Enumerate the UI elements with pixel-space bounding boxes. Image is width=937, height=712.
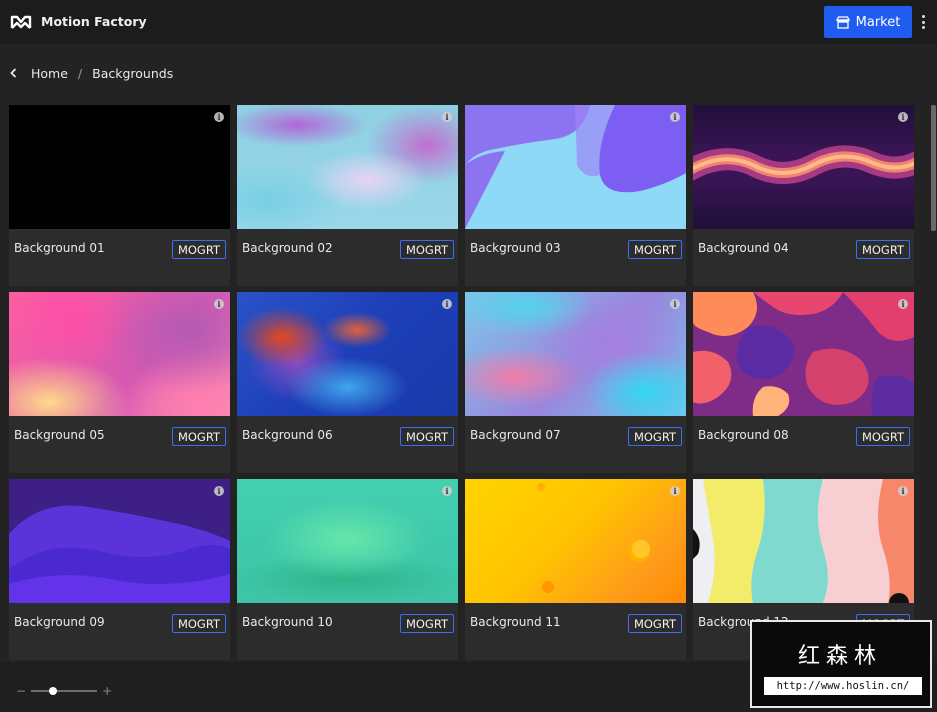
info-icon[interactable]: i — [442, 486, 452, 496]
card-title: Background 11 — [470, 615, 561, 629]
background-card[interactable]: i Background 03 MOGRT — [465, 105, 686, 286]
background-card[interactable]: i Background 04 MOGRT — [693, 105, 914, 286]
card-title: Background 02 — [242, 241, 333, 255]
background-thumbnail — [693, 105, 914, 229]
info-icon[interactable]: i — [670, 299, 680, 309]
watermark-title: 红森林 — [798, 644, 883, 669]
background-card[interactable]: i Background 08 MOGRT — [693, 292, 914, 473]
info-icon[interactable]: i — [898, 112, 908, 122]
mogrt-badge: MOGRT — [172, 240, 226, 259]
backgrounds-grid: i Background 01 MOGRT i Background 02 MO… — [9, 105, 914, 661]
background-thumbnail — [693, 292, 914, 416]
mogrt-badge: MOGRT — [628, 614, 682, 633]
background-thumbnail — [465, 292, 686, 416]
card-title: Background 06 — [242, 428, 333, 442]
background-thumbnail — [237, 105, 458, 229]
background-thumbnail — [9, 105, 230, 229]
mogrt-badge: MOGRT — [400, 427, 454, 446]
info-icon[interactable]: i — [442, 112, 452, 122]
card-title: Background 03 — [470, 241, 561, 255]
breadcrumb: Home / Backgrounds — [10, 64, 173, 82]
background-thumbnail — [693, 479, 914, 603]
motion-factory-logo-icon — [10, 15, 32, 29]
background-thumbnail — [237, 479, 458, 603]
info-icon[interactable]: i — [898, 299, 908, 309]
info-icon[interactable]: i — [670, 486, 680, 496]
zoom-in-icon[interactable]: + — [102, 684, 112, 698]
mogrt-badge: MOGRT — [172, 614, 226, 633]
background-card[interactable]: i Background 05 MOGRT — [9, 292, 230, 473]
background-thumbnail — [465, 479, 686, 603]
mogrt-badge: MOGRT — [856, 240, 910, 259]
info-icon[interactable]: i — [214, 299, 224, 309]
watermark-url: http://www.hoslin.cn/ — [764, 677, 922, 695]
app-title: Motion Factory — [41, 14, 147, 29]
breadcrumb-current: Backgrounds — [92, 65, 174, 81]
card-title: Background 01 — [14, 241, 105, 255]
top-bar: Motion Factory Market — [0, 0, 937, 44]
background-card[interactable]: i Background 02 MOGRT — [237, 105, 458, 286]
market-button[interactable]: Market — [824, 6, 912, 38]
mogrt-badge: MOGRT — [628, 427, 682, 446]
card-title: Background 10 — [242, 615, 333, 629]
background-card[interactable]: i Background 09 MOGRT — [9, 479, 230, 660]
card-title: Background 05 — [14, 428, 105, 442]
info-icon[interactable]: i — [214, 112, 224, 122]
background-thumbnail — [9, 292, 230, 416]
vertical-scrollbar[interactable] — [931, 105, 936, 231]
thumbnail-size-slider[interactable]: − + — [16, 684, 112, 698]
more-options-icon[interactable] — [917, 12, 929, 32]
background-thumbnail — [237, 292, 458, 416]
mogrt-badge: MOGRT — [172, 427, 226, 446]
card-title: Background 04 — [698, 241, 789, 255]
mogrt-badge: MOGRT — [400, 240, 454, 259]
back-chevron-icon[interactable] — [10, 65, 22, 81]
info-icon[interactable]: i — [898, 486, 908, 496]
zoom-slider-handle[interactable] — [48, 687, 57, 695]
background-thumbnail — [9, 479, 230, 603]
info-icon[interactable]: i — [442, 299, 452, 309]
breadcrumb-separator: / — [77, 65, 83, 81]
market-button-label: Market — [855, 14, 901, 30]
zoom-out-icon[interactable]: − — [16, 684, 26, 698]
mogrt-badge: MOGRT — [856, 427, 910, 446]
card-title: Background 07 — [470, 428, 561, 442]
info-icon[interactable]: i — [214, 486, 224, 496]
background-card[interactable]: i Background 07 MOGRT — [465, 292, 686, 473]
background-card[interactable]: i Background 11 MOGRT — [465, 479, 686, 660]
mogrt-badge: MOGRT — [628, 240, 682, 259]
breadcrumb-home[interactable]: Home — [31, 66, 68, 81]
zoom-slider-track[interactable] — [31, 687, 98, 695]
card-title: Background 08 — [698, 428, 789, 442]
info-icon[interactable]: i — [670, 112, 680, 122]
mogrt-badge: MOGRT — [400, 614, 454, 633]
card-title: Background 09 — [14, 615, 105, 629]
store-icon — [835, 15, 850, 29]
watermark: 红森林 http://www.hoslin.cn/ — [750, 620, 932, 708]
background-thumbnail — [465, 105, 686, 229]
background-card[interactable]: i Background 10 MOGRT — [237, 479, 458, 660]
background-card[interactable]: i Background 06 MOGRT — [237, 292, 458, 473]
background-card[interactable]: i Background 01 MOGRT — [9, 105, 230, 286]
